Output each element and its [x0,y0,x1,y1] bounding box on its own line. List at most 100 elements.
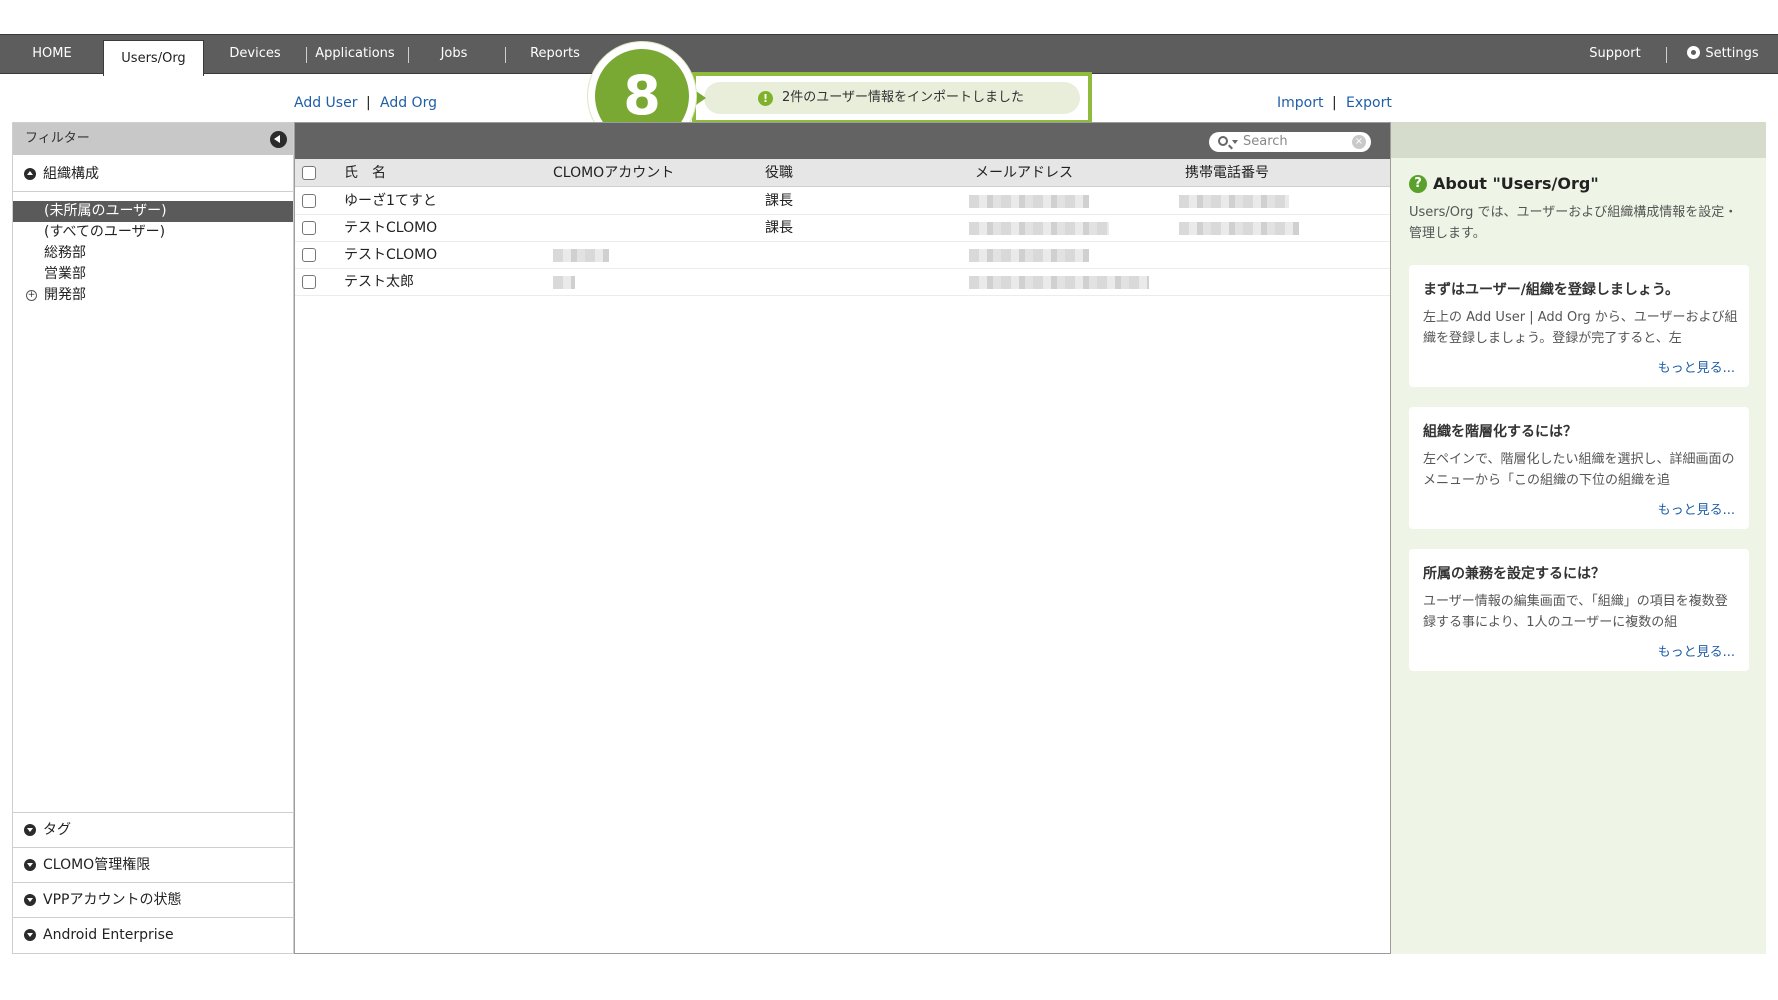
section-clomo-admin-label: CLOMO管理権限 [43,857,151,873]
see-more-link[interactable]: もっと見る... [1658,357,1735,376]
help-card-register: まずはユーザー/組織を登録しましょう。 左上の Add User | Add O… [1409,265,1749,387]
help-description: Users/Org では、ユーザーおよび組織構成情報を設定・管理します。 [1409,205,1738,241]
row-checkbox[interactable] [302,194,316,208]
redacted-account [553,276,575,289]
help-title-text: About "Users/Org" [1433,174,1599,193]
expand-down-icon [24,824,36,836]
org-item-sales[interactable]: 営業部 [13,264,293,285]
section-tags[interactable]: タグ [13,812,293,846]
nav-home[interactable]: HOME [18,35,86,73]
expand-down-icon [24,894,36,906]
org-item-unassigned[interactable]: (未所属のユーザー) [13,201,293,222]
see-more-link[interactable]: もっと見る... [1658,499,1735,518]
org-item-all-users[interactable]: (すべてのユーザー) [13,222,293,243]
card-title: まずはユーザー/組織を登録しましょう。 [1423,282,1679,298]
toast-message: 2件のユーザー情報をインポートしました [782,90,1025,105]
section-org-structure-label: 組織構成 [43,166,99,182]
nav-jobs[interactable]: Jobs [424,35,484,73]
row-checkbox[interactable] [302,248,316,262]
top-navigation: HOME Users/Org Devices Applications Jobs… [0,34,1778,76]
cell-name: テストCLOMO [344,220,438,236]
search-input[interactable]: Search × [1209,132,1371,152]
user-table-pane: Search × 氏 名 CLOMOアカウント 役職 メールアドレス 携帯電話番… [294,122,1391,954]
help-pane: ? About "Users/Org" Users/Org では、ユーザーおよび… [1391,122,1766,954]
cell-name: テスト太郎 [344,274,414,290]
column-mobile[interactable]: 携帯電話番号 [1185,159,1269,187]
section-tags-label: タグ [43,822,71,838]
see-more-link[interactable]: もっと見る... [1658,641,1735,660]
clear-search-icon[interactable]: × [1352,135,1366,149]
section-android-enterprise[interactable]: Android Enterprise [13,917,293,951]
nav-separator [1666,47,1667,63]
card-title: 組織を階層化するには？ [1423,424,1577,440]
nav-users-org[interactable]: Users/Org [103,40,204,76]
help-card-hierarchy: 組織を階層化するには？ 左ペインで、階層化したい組織を選択し、詳細画面のメニュー… [1409,407,1749,529]
cell-name: ゆーざ1てすと [344,193,437,209]
org-item-development-label: 開発部 [44,287,86,303]
column-email[interactable]: メールアドレス [975,159,1073,187]
nav-separator [306,47,307,63]
nav-support[interactable]: Support [1580,35,1650,73]
search-icon [1218,136,1228,146]
divider [13,191,293,192]
add-user-link[interactable]: Add User [294,95,357,111]
nav-devices[interactable]: Devices [220,35,290,73]
nav-separator [505,47,506,63]
column-name[interactable]: 氏 名 [344,159,386,187]
redacted-account [553,249,609,262]
section-vpp-account[interactable]: VPPアカウントの状態 [13,882,293,916]
redacted-email [969,249,1089,262]
import-success-toast: ! 2件のユーザー情報をインポートしました [704,82,1080,114]
help-pane-toolbar [1391,122,1766,158]
section-org-structure[interactable]: 組織構成 [13,157,293,191]
org-item-general-affairs[interactable]: 総務部 [13,243,293,264]
search-placeholder: Search [1243,134,1288,149]
section-android-enterprise-label: Android Enterprise [43,927,174,943]
exclamation-icon: ! [758,91,773,106]
redacted-mobile [1179,222,1299,235]
filter-pane: フィルター 組織構成 (未所属のユーザー) (すべてのユーザー) 総務部 営業部… [12,122,294,954]
row-checkbox[interactable] [302,275,316,289]
select-all-checkbox[interactable] [302,166,316,180]
section-vpp-account-label: VPPアカウントの状態 [43,892,182,908]
redacted-email [969,195,1089,208]
filter-header: フィルター [13,123,293,155]
help-title: ? About "Users/Org" [1409,174,1599,193]
collapse-up-icon [24,168,36,180]
column-title[interactable]: 役職 [765,159,793,187]
nav-settings[interactable]: Settings [1680,35,1766,73]
table-toolbar: Search × [295,123,1390,159]
collapse-pane-icon[interactable] [270,131,287,148]
cell-title: 課長 [765,193,793,209]
table-row[interactable]: テスト太郎 [295,269,1390,296]
row-checkbox[interactable] [302,221,316,235]
card-title: 所属の兼務を設定するには？ [1423,566,1605,582]
expand-down-icon [24,929,36,941]
redacted-email [969,222,1109,235]
gear-icon [1687,46,1701,59]
add-org-link[interactable]: Add Org [380,95,437,111]
table-header: 氏 名 CLOMOアカウント 役職 メールアドレス 携帯電話番号 [295,159,1390,187]
help-card-concurrent: 所属の兼務を設定するには？ ユーザー情報の編集画面で、「組織」の項目を複数登録す… [1409,549,1749,671]
cell-name: テストCLOMO [344,247,438,263]
nav-separator [408,47,409,63]
expand-plus-icon[interactable]: + [26,290,37,301]
card-body: 左ペインで、階層化したい組織を選択し、詳細画面のメニューから「この組織の下位の組… [1423,452,1735,488]
export-link[interactable]: Export [1346,95,1392,111]
column-clomo-account[interactable]: CLOMOアカウント [553,159,674,187]
org-item-development[interactable]: + 開発部 [13,285,293,306]
toast-highlight-frame: ! 2件のユーザー情報をインポートしました [692,72,1092,124]
table-row[interactable]: ゆーざ1てすと 課長 [295,188,1390,215]
table-row[interactable]: テストCLOMO [295,242,1390,269]
table-row[interactable]: テストCLOMO 課長 [295,215,1390,242]
nav-reports[interactable]: Reports [524,35,586,73]
action-separator: | [366,95,371,111]
expand-down-icon [24,859,36,871]
chevron-down-icon[interactable] [1232,140,1238,144]
import-link[interactable]: Import [1277,95,1323,111]
nav-applications[interactable]: Applications [314,35,396,73]
section-clomo-admin[interactable]: CLOMO管理権限 [13,847,293,881]
question-icon: ? [1409,175,1427,193]
card-body: 左上の Add User | Add Org から、ユーザーおよび組織を登録しま… [1423,310,1738,346]
redacted-mobile [1179,195,1289,208]
